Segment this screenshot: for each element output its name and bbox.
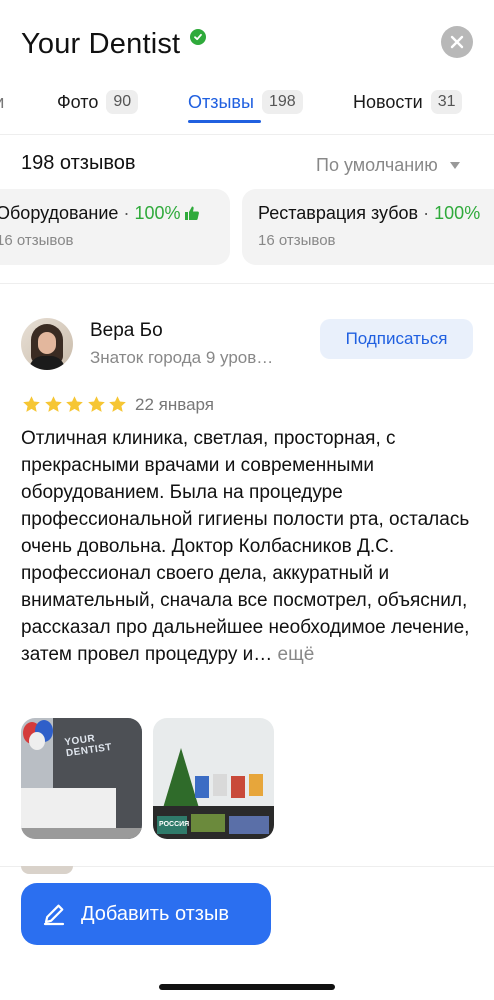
rating-stars xyxy=(21,394,129,415)
sort-dropdown[interactable]: По умолчанию xyxy=(316,155,460,176)
tab-label: Фото xyxy=(57,91,99,112)
aspect-title: Оборудование · 100% xyxy=(0,203,200,224)
tab-bar: ти Фото 90 Отзывы 198 Новости 31 xyxy=(0,80,494,126)
header: Your Dentist xyxy=(0,0,494,80)
tab-label: Новости xyxy=(353,91,423,112)
avatar[interactable] xyxy=(21,318,73,370)
aspect-separator: · xyxy=(423,203,430,223)
add-review-label: Добавить отзыв xyxy=(81,902,229,925)
sort-label: По умолчанию xyxy=(316,155,438,175)
pencil-icon xyxy=(43,904,65,926)
tab-count-badge: 31 xyxy=(430,90,463,114)
reviews-count-heading: 198 отзывов xyxy=(21,152,136,174)
chevron-down-icon xyxy=(449,162,460,169)
close-icon xyxy=(450,35,464,49)
tab-previous[interactable]: ти xyxy=(0,84,4,120)
aspect-name: Реставрация зубов xyxy=(258,203,419,223)
active-tab-indicator xyxy=(188,120,261,123)
tab-label: ти xyxy=(0,92,4,113)
verified-check-icon xyxy=(190,29,206,45)
star-icon xyxy=(87,396,105,412)
aspect-reviews-count: 16 отзывов xyxy=(0,232,74,249)
subscribe-button[interactable]: Подписаться xyxy=(320,319,473,359)
read-more-link[interactable]: ещё xyxy=(278,644,315,665)
add-review-button[interactable]: Добавить отзыв xyxy=(21,883,271,945)
star-icon xyxy=(109,396,126,412)
review-photo[interactable]: YOUR DENTIST xyxy=(21,718,142,839)
thumbs-up-icon xyxy=(184,206,199,220)
star-icon xyxy=(44,396,62,412)
review-date: 22 января xyxy=(135,395,214,414)
close-button[interactable] xyxy=(441,26,473,58)
aspect-card-equipment[interactable]: Оборудование · 100% 16 отзывов xyxy=(0,189,230,265)
review-body: Отличная клиника, светлая, просторная, с… xyxy=(21,428,470,665)
aspect-card-restoration[interactable]: Реставрация зубов · 100% 16 отзывов xyxy=(242,189,494,265)
photo-label-text: РОССИЯ xyxy=(159,821,190,828)
aspect-separator: · xyxy=(123,203,130,223)
aspect-name: Оборудование xyxy=(0,203,119,223)
aspect-percent: 100% xyxy=(434,203,481,223)
review-author-level: Знаток города 9 уров… xyxy=(90,348,274,367)
aspect-percent: 100% xyxy=(134,203,181,223)
star-icon xyxy=(66,396,83,412)
tab-news[interactable]: Новости 31 xyxy=(353,84,463,120)
home-indicator[interactable] xyxy=(159,984,335,990)
tab-count-badge: 90 xyxy=(106,90,139,114)
tab-label: Отзывы xyxy=(188,91,254,112)
review-text[interactable]: Отличная клиника, светлая, просторная, с… xyxy=(21,425,477,668)
divider xyxy=(0,866,494,867)
divider xyxy=(0,283,494,284)
divider xyxy=(0,134,494,135)
tab-count-badge: 198 xyxy=(261,90,303,114)
aspect-reviews-count: 16 отзывов xyxy=(258,232,336,249)
tab-photo[interactable]: Фото 90 xyxy=(57,84,139,120)
page-title: Your Dentist xyxy=(21,28,181,60)
review-photo[interactable]: РОССИЯ xyxy=(153,718,274,839)
aspect-title: Реставрация зубов · 100% xyxy=(258,203,480,224)
avatar xyxy=(21,866,73,874)
star-icon xyxy=(23,396,40,412)
tab-reviews[interactable]: Отзывы 198 xyxy=(188,84,303,120)
review-author-name[interactable]: Вера Бо xyxy=(90,320,163,342)
